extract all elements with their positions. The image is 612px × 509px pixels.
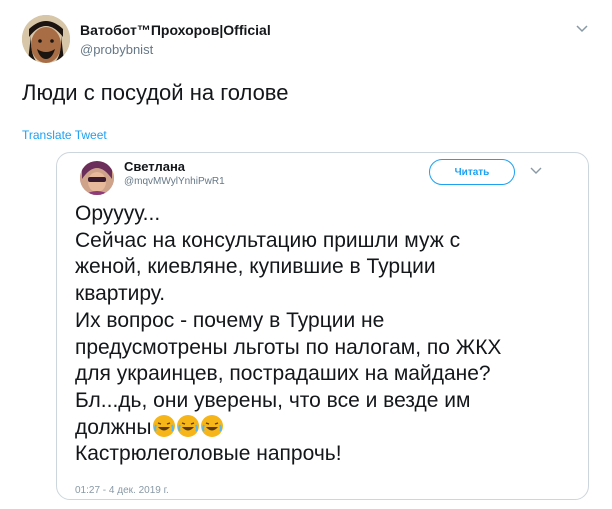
avatar[interactable] [22, 15, 70, 63]
handle[interactable]: @probybnist [80, 42, 153, 57]
tweet-line: предусмотрены льготы по налогам, по ЖКХ [75, 335, 502, 359]
quoted-display-name[interactable]: Светлана [124, 159, 185, 174]
tweet-line-with-emoji: должны [75, 414, 580, 442]
timestamp[interactable]: 01:27 - 4 дек. 2019 г. [75, 485, 169, 496]
quoted-tweet-text: Оруууу... Сейчас на консультацию пришли … [75, 201, 580, 468]
chevron-down-icon[interactable] [574, 22, 590, 36]
tweet-line: Оруууу... [75, 202, 161, 225]
tweet-line: Их вопрос - почему в Турции не [75, 308, 385, 332]
translate-tweet-link[interactable]: Translate Tweet [22, 128, 107, 142]
quoted-avatar[interactable] [80, 161, 114, 195]
follow-button[interactable]: Читать [429, 159, 515, 185]
tweet-line: для украинцев, пострадаших на майдане? [75, 362, 491, 386]
tweet-line: должны [75, 415, 152, 439]
quoted-handle[interactable]: @mqvMWylYnhiPwR1 [124, 176, 225, 187]
quoted-tweet[interactable]: Светлана @mqvMWylYnhiPwR1 Читать Оруууу.… [56, 152, 589, 500]
tweet-line: Бл...дь, они уверены, что все и везде им [75, 388, 471, 412]
display-name[interactable]: Ватобот™Прохоров|Official [80, 22, 271, 38]
rolling-on-floor-laughing-emoji [153, 414, 176, 437]
rolling-on-floor-laughing-emoji [201, 414, 224, 437]
tweet-line: Кастрюлеголовые напрочь! [75, 442, 342, 466]
tweet-line: Сейчас на консультацию пришли муж с [75, 228, 461, 252]
rolling-on-floor-laughing-emoji [177, 414, 200, 437]
tweet-line: женой, киевляне, купившие в Турции [75, 255, 436, 279]
tweet-text: Люди с посудой на голове [22, 80, 289, 105]
chevron-down-icon[interactable] [529, 165, 543, 177]
tweet: Ватобот™Прохоров|Official @probybnist Лю… [0, 0, 612, 509]
tweet-line: квартиру. [75, 282, 166, 306]
